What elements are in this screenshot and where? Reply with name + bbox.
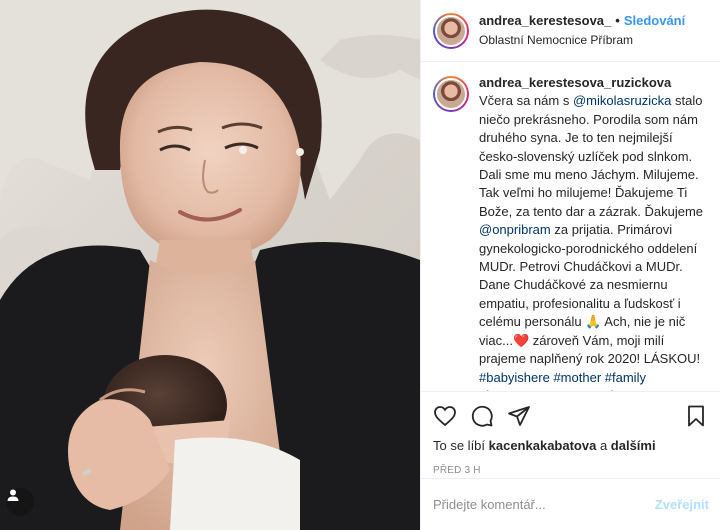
avatar xyxy=(435,14,467,47)
mention-link[interactable]: @mikolasruzicka xyxy=(573,93,671,108)
post-location[interactable]: Oblastní Nemocnice Příbram xyxy=(479,32,685,49)
caption-part: stalo niečo prekrásneho. Porodila som ná… xyxy=(479,93,704,219)
caption-username[interactable]: andrea_kerestesova_ruzickova xyxy=(479,75,671,90)
likes-prefix: To se líbí xyxy=(433,438,489,453)
hashtag-link[interactable]: #mother xyxy=(553,370,601,385)
header-text: andrea_kerestesova_ • Sledování Oblastní… xyxy=(479,12,685,49)
share-icon[interactable] xyxy=(507,404,531,428)
caption-part: Včera sa nám s xyxy=(479,93,573,109)
comment-icon[interactable] xyxy=(470,404,494,428)
tagged-user-icon[interactable] xyxy=(6,488,34,516)
post-side-panel: andrea_kerestesova_ • Sledování Oblastní… xyxy=(420,0,720,530)
bookmark-icon[interactable] xyxy=(684,404,708,428)
liked-by-user[interactable]: kacenkakabatova xyxy=(489,438,597,453)
action-bar xyxy=(421,398,720,434)
likes-middle: a xyxy=(596,438,611,453)
post-comment-button[interactable]: Zveřejnit xyxy=(655,497,709,512)
heart-icon[interactable] xyxy=(433,404,457,428)
hashtag-link[interactable]: #family xyxy=(605,370,646,385)
author-avatar[interactable] xyxy=(433,12,469,49)
caption-author-avatar[interactable] xyxy=(433,76,469,112)
person-icon xyxy=(7,489,19,501)
photo-illustration xyxy=(0,0,420,530)
liked-by-others[interactable]: dalšími xyxy=(611,438,656,453)
comment-bar: Zveřejnit xyxy=(421,478,720,530)
header-line: andrea_kerestesova_ • Sledování xyxy=(479,12,685,29)
separator-dot: • xyxy=(615,13,620,28)
caption-area: andrea_kerestesova_ruzickova Včera sa ná… xyxy=(421,62,720,392)
post-timestamp[interactable]: PŘED 3 H xyxy=(421,465,720,476)
post-header: andrea_kerestesova_ • Sledování Oblastní… xyxy=(421,0,720,62)
caption-part: za prijatia. Primárovi gynekologicko-por… xyxy=(479,222,701,367)
hashtag-list: #babyishere #mother #family #happynewyea… xyxy=(479,370,675,392)
author-username[interactable]: andrea_kerestesova_ xyxy=(479,12,611,29)
follow-button[interactable]: Sledování xyxy=(624,12,685,29)
likes-line: To se líbí kacenkakabatova a dalšími xyxy=(421,438,720,453)
comment-input[interactable] xyxy=(433,497,655,512)
post-photo[interactable] xyxy=(0,0,420,530)
hashtag-link[interactable]: #love xyxy=(603,388,634,391)
mention-link[interactable]: @onpribram xyxy=(479,222,551,237)
hashtag-link[interactable]: #happynewyear2020 xyxy=(479,388,600,391)
hashtag-link[interactable]: #babyishere xyxy=(479,370,550,385)
instagram-post: andrea_kerestesova_ • Sledování Oblastní… xyxy=(0,0,720,530)
avatar xyxy=(435,78,467,110)
caption-text: andrea_kerestesova_ruzickova Včera sa ná… xyxy=(479,74,705,391)
